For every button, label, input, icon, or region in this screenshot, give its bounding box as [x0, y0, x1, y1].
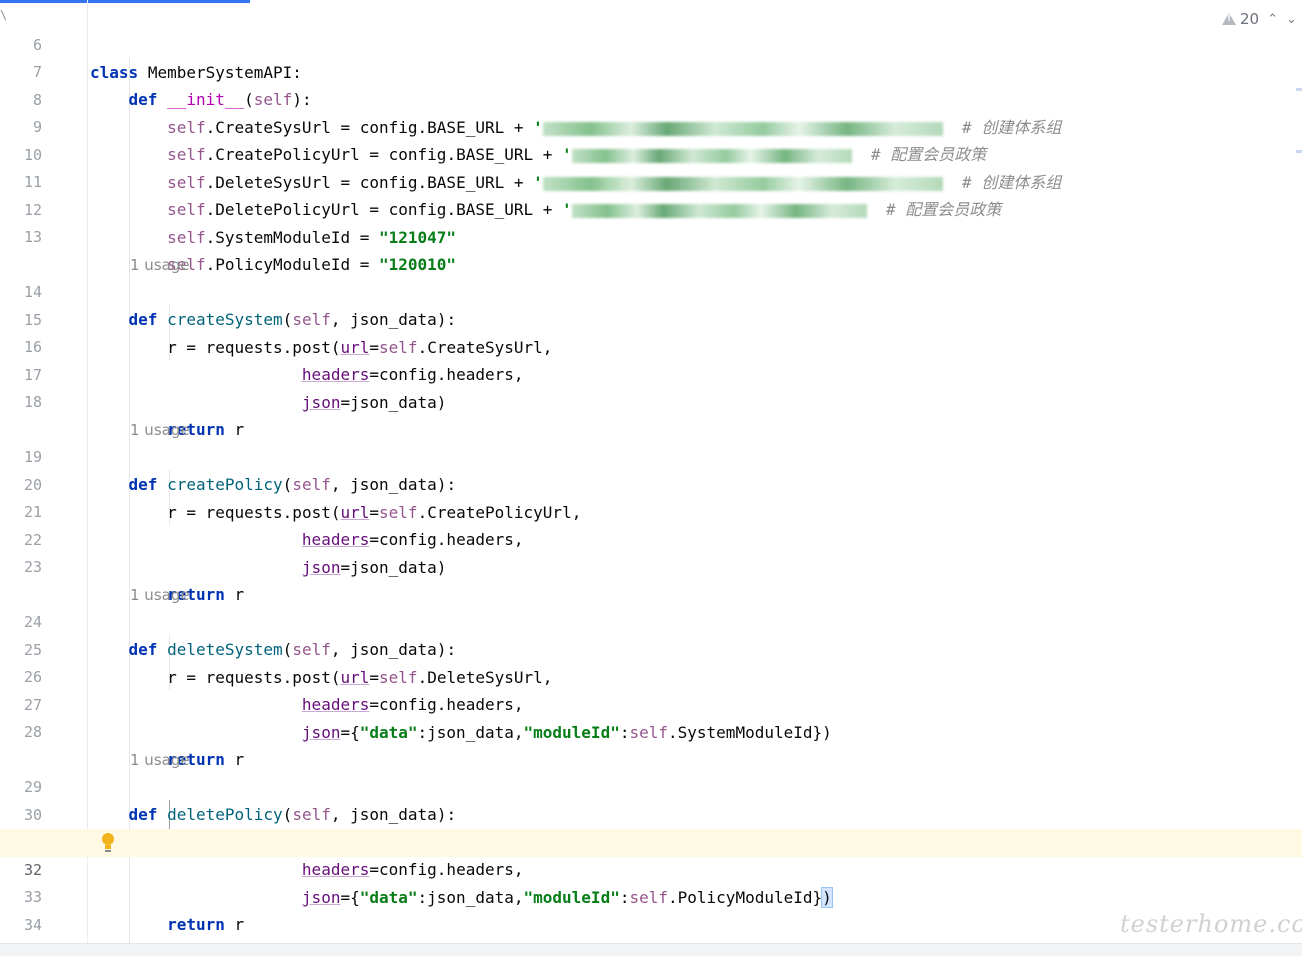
- code-line[interactable]: 20 r = requests.post(url=self.CreatePoli…: [0, 444, 1302, 523]
- code-line[interactable]: 13 self.PolicyModuleId = "120010": [0, 196, 1302, 275]
- code-line[interactable]: 23 return r: [0, 526, 1302, 605]
- code-line[interactable]: 30 r = requests.post(url=self.DeletePoli…: [0, 774, 1302, 853]
- usage-hint-row: 1 usage: [0, 719, 1302, 769]
- code-line[interactable]: 17 json=json_data): [0, 334, 1302, 413]
- code-line[interactable]: 35: [0, 911, 1302, 944]
- code-line[interactable]: 7 def __init__(self):: [0, 31, 1302, 110]
- code-line[interactable]: 10 self.DeleteSysUrl = config.BASE_URL +…: [0, 114, 1302, 193]
- code-line[interactable]: 19 def createPolicy(self, json_data):: [0, 416, 1302, 495]
- lightbulb-icon[interactable]: [101, 833, 115, 853]
- code-line[interactable]: 34: [0, 884, 1302, 934]
- watermark: testerhome.com: [1120, 910, 1302, 938]
- code-line-current[interactable]: 32 json={"data":json_data,"moduleId":sel…: [0, 829, 1302, 908]
- scrollbar-marker[interactable]: [1296, 88, 1302, 91]
- code-line[interactable]: 29 def deletePolicy(self, json_data):: [0, 746, 1302, 825]
- code-line[interactable]: 27 json={"data":json_data,"moduleId":sel…: [0, 664, 1302, 743]
- usage-hint-row: 1 usage: [0, 224, 1302, 274]
- code-line[interactable]: 18 return r: [0, 361, 1302, 440]
- code-line[interactable]: 31 headers=config.headers,: [0, 801, 1302, 880]
- code-line[interactable]: 25 r = requests.post(url=self.DeleteSysU…: [0, 609, 1302, 688]
- usage-hint-row: 1 usage: [0, 389, 1302, 439]
- code-line[interactable]: 26 headers=config.headers,: [0, 636, 1302, 715]
- code-line[interactable]: 9 self.CreatePolicyUrl = config.BASE_URL…: [0, 86, 1302, 165]
- code-line[interactable]: 8 self.CreateSysUrl = config.BASE_URL + …: [0, 59, 1302, 138]
- code-line[interactable]: 15 r = requests.post(url=self.CreateSysU…: [0, 279, 1302, 358]
- code-line[interactable]: 22 json=json_data): [0, 499, 1302, 578]
- code-line[interactable]: 12 self.SystemModuleId = "121047": [0, 169, 1302, 248]
- active-tab-indicator: [0, 0, 250, 3]
- code-line[interactable]: 21 headers=config.headers,: [0, 471, 1302, 550]
- code-editor[interactable]: \ 20 ⌃ ⌄ 6 class MemberSystemAPI: 7 def …: [0, 0, 1302, 943]
- code-line[interactable]: 28 return r: [0, 691, 1302, 770]
- code-line[interactable]: 24 def deleteSystem(self, json_data):: [0, 581, 1302, 660]
- scrollbar-marker[interactable]: [1296, 150, 1302, 153]
- code-line[interactable]: 11 self.DeletePolicyUrl = config.BASE_UR…: [0, 141, 1302, 220]
- horizontal-scrollbar[interactable]: [0, 943, 1302, 956]
- code-line[interactable]: 16 headers=config.headers,: [0, 306, 1302, 385]
- code-line[interactable]: 14 def createSystem(self, json_data):: [0, 251, 1302, 330]
- code-line[interactable]: 6 class MemberSystemAPI:: [0, 4, 1302, 83]
- code-line[interactable]: 33 return r: [0, 856, 1302, 935]
- usage-hint-row: 1 usage: [0, 554, 1302, 604]
